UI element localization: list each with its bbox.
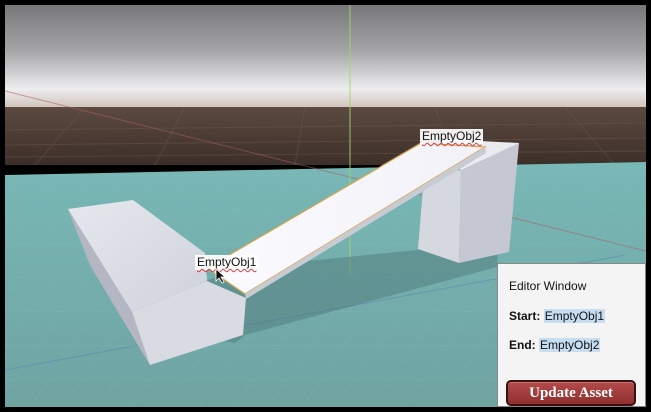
update-asset-button[interactable]: Update Asset: [506, 380, 636, 406]
start-field-row: Start: EmptyObj1: [509, 309, 606, 323]
move-handle-icon[interactable]: [215, 268, 229, 284]
scene-viewport[interactable]: EmptyObj1 EmptyObj2 Editor Window Start:…: [5, 5, 646, 407]
start-object-field[interactable]: EmptyObj1: [543, 309, 606, 323]
sky: [5, 5, 646, 107]
editor-window: Editor Window Start: EmptyObj1 End: Empt…: [497, 263, 646, 407]
end-object-field[interactable]: EmptyObj2: [539, 338, 601, 352]
editor-title: Editor Window: [509, 279, 587, 293]
screenshot-frame: EmptyObj1 EmptyObj2 Editor Window Start:…: [0, 0, 651, 412]
end-field-row: End: EmptyObj2: [509, 338, 601, 352]
empty-obj2-label[interactable]: EmptyObj2: [420, 129, 484, 144]
end-label: End:: [509, 338, 536, 352]
start-label: Start:: [509, 309, 541, 323]
